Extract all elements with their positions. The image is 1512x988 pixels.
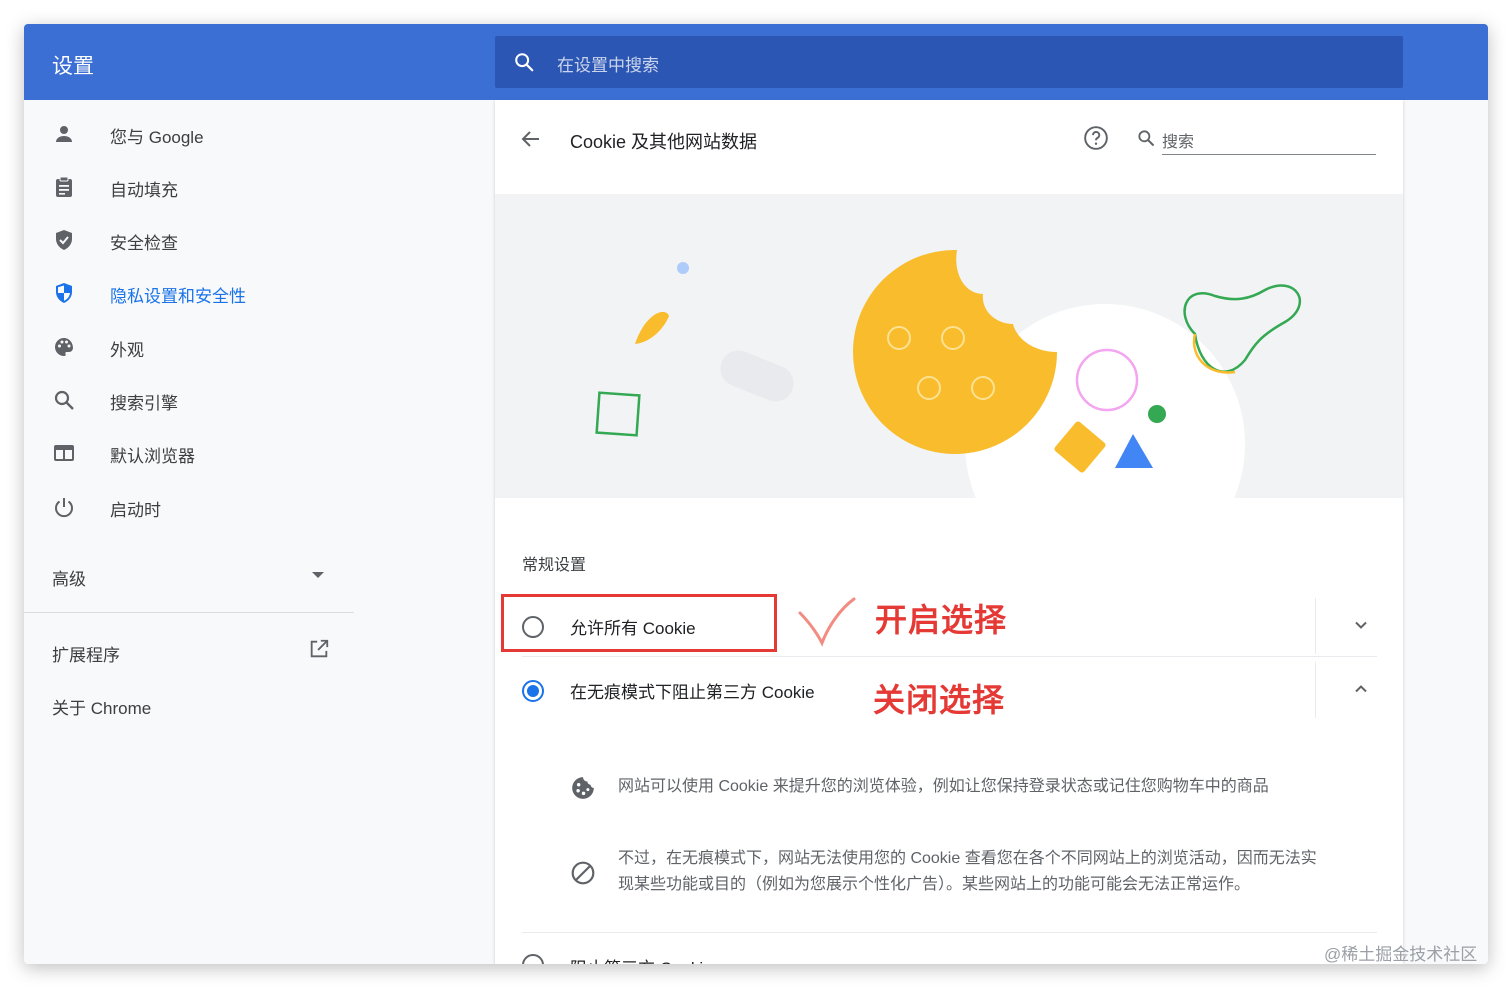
sidebar-item-you-and-google[interactable]: 您与 Google [24,108,354,160]
sidebar-item-label: 启动时 [110,501,161,520]
sidebar-item-label: 您与 Google [110,128,204,147]
watermark: @稀土掘金技术社区 [1324,945,1478,964]
privacy-shield-icon [56,283,72,303]
settings-search-box[interactable]: 在设置中搜索 [495,36,1403,88]
sidebar-item-default-browser[interactable]: 默认浏览器 [24,427,354,479]
sidebar-item-appearance[interactable]: 外观 [24,321,354,373]
cookie-settings-panel: Cookie 及其他网站数据 搜索 常规设置 允许所有 Cookie 在无痕模式… [495,100,1403,964]
sidebar-item-label: 搜索引擎 [110,394,178,413]
option-label: 阻止第三方 Cookie [570,954,713,964]
open-in-new-icon[interactable] [308,638,330,660]
row-divider [1315,598,1316,654]
radio-block-third-party-incognito[interactable] [522,680,544,702]
sidebar-item-label: 自动填充 [110,181,178,200]
option-label: 在无痕模式下阻止第三方 Cookie [570,683,815,702]
page-title: Cookie 及其他网站数据 [570,132,758,152]
chevron-up-icon[interactable] [1353,681,1369,697]
page-search-placeholder: 搜索 [1162,134,1195,151]
sidebar-item-on-startup[interactable]: 启动时 [24,481,354,533]
info-text-incognito-line1: 不过，在无痕模式下，网站无法使用您的 Cookie 查看您在各个不同网站上的浏览… [618,850,1317,867]
row-divider [1315,662,1316,718]
clipboard-icon [56,176,72,197]
sidebar-divider [24,612,354,613]
search-icon [54,390,74,410]
sidebar-item-label: 默认浏览器 [110,447,195,466]
sidebar-item-label: 安全检查 [110,234,178,253]
search-icon [1138,130,1155,147]
sidebar-item-label: 隐私设置和安全性 [110,287,246,306]
annotation-open: 开启选择 [875,602,1008,638]
app-title: 设置 [52,55,94,78]
back-arrow-icon[interactable] [519,127,543,151]
sidebar-item-safety-check[interactable]: 安全检查 [24,214,354,266]
info-text-cookies: 网站可以使用 Cookie 来提升您的浏览体验，例如让您保持登录状态或记住您购物… [618,778,1269,795]
sidebar-item-privacy[interactable]: 隐私设置和安全性 [24,267,354,319]
option-block-third-party[interactable]: 阻止第三方 Cookie [495,932,1403,964]
sidebar-extensions[interactable]: 扩展程序 [52,641,120,666]
sidebar-item-label: 外观 [110,341,144,360]
sidebar-item-search-engine[interactable]: 搜索引擎 [24,374,354,426]
section-general-settings: 常规设置 [522,557,587,574]
annotation-close: 关闭选择 [873,682,1006,718]
help-icon[interactable] [1083,125,1109,151]
sidebar: 您与 Google 自动填充 安全检查 隐私设置和安全性 外观 搜索引擎 默认浏… [24,100,494,964]
cookie-icon [572,777,594,799]
settings-search-input[interactable]: 在设置中搜索 [557,51,659,76]
block-icon [571,861,595,885]
person-icon [56,126,72,142]
radio-block-third-party[interactable] [522,954,544,964]
highlight-box [501,594,777,652]
chevron-down-icon[interactable] [1353,617,1369,633]
page-search-input[interactable]: 搜索 [1162,127,1376,155]
sidebar-about-chrome[interactable]: 关于 Chrome [52,694,151,719]
sidebar-advanced[interactable]: 高级 [52,565,86,590]
checkmark-annotation-icon [798,597,856,647]
palette-icon [55,338,73,356]
info-text-incognito-line2: 现某些功能或目的（例如为您展示个性化广告）。某些网站上的功能可能会无法正常运作。 [618,876,1251,893]
shield-check-icon [56,230,72,250]
cookie-illustration [495,194,1403,498]
search-icon [515,53,534,72]
browser-icon [54,445,74,461]
caret-down-icon[interactable] [312,572,324,578]
power-icon [55,498,73,518]
illustration-svg [595,249,1302,498]
header-bar: 设置 在设置中搜索 [24,24,1488,100]
settings-window: 设置 在设置中搜索 您与 Google 自动填充 安全检查 隐私设置和安全性 外… [24,24,1488,964]
sidebar-item-autofill[interactable]: 自动填充 [24,161,354,213]
